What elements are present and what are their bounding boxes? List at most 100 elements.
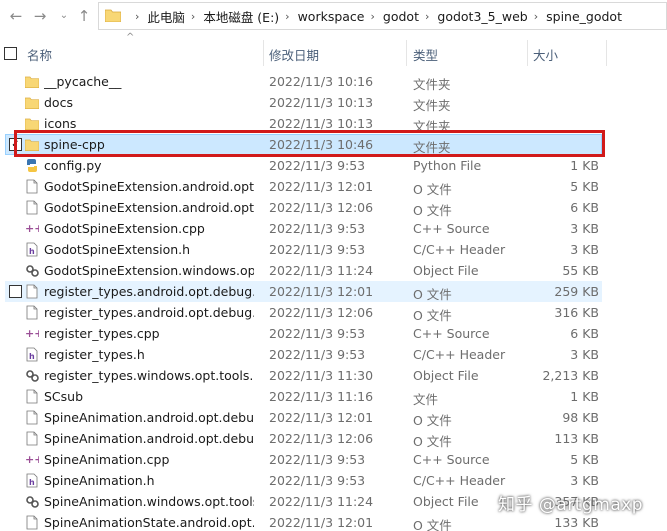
column-divider[interactable]: [406, 40, 407, 66]
breadcrumb-item[interactable]: spine_godot: [546, 9, 622, 24]
watermark: 知乎 @artgmaxp: [498, 495, 644, 515]
file-row[interactable]: SpineAnimation.android.opt.debu... 2022/1…: [0, 407, 667, 428]
file-name: register_types.android.opt.debug....: [44, 284, 254, 299]
file-name: SpineAnimation.h: [44, 473, 155, 488]
breadcrumb-item[interactable]: 本地磁盘 (E:): [203, 7, 279, 26]
cpp-file-icon: ++: [25, 326, 43, 341]
file-name: register_types.h: [44, 347, 145, 362]
svg-text:h: h: [29, 478, 35, 487]
file-name: SCsub: [44, 389, 84, 404]
svg-text:h: h: [29, 352, 35, 361]
file-row[interactable]: ++ register_types.cpp 2022/11/3 9:53 C++ So…: [0, 323, 667, 344]
breadcrumb-item[interactable]: godot3_5_web: [437, 9, 527, 24]
breadcrumb-item[interactable]: 此电脑: [147, 7, 185, 26]
file-name: icons: [44, 116, 77, 131]
file-name: SpineAnimation.windows.opt.tools....: [44, 494, 254, 509]
column-divider[interactable]: [606, 40, 607, 66]
breadcrumb-item[interactable]: godot: [383, 9, 419, 24]
column-name[interactable]: 名称: [27, 45, 52, 64]
column-header: 名称 修改日期 类型 大小: [0, 36, 667, 68]
cpp-file-icon: ++: [25, 452, 43, 467]
file-row[interactable]: GodotSpineExtension.android.opt.... 2022/…: [0, 197, 667, 218]
file-row[interactable]: register_types.windows.opt.tools.6... 202…: [0, 365, 667, 386]
file-type: C/C++ Header: [413, 347, 506, 362]
up-arrow-icon[interactable]: ↑: [76, 7, 92, 25]
file-date: 2022/11/3 9:53: [269, 242, 366, 257]
file-row[interactable]: GodotSpineExtension.windows.opt.... 2022/…: [0, 260, 667, 281]
file-row[interactable]: ++ GodotSpineExtension.cpp 2022/11/3 9:53 C…: [0, 218, 667, 239]
file-type: Object File: [413, 368, 479, 383]
file-type: O 文件: [413, 203, 452, 218]
file-row[interactable]: h SpineAnimation.h 2022/11/3 9:53 C/C++ Hea…: [0, 470, 667, 491]
file-name: SpineAnimation.android.opt.debu...: [44, 431, 254, 446]
file-name: register_types.windows.opt.tools.6...: [44, 368, 254, 383]
breadcrumb-separator-icon[interactable]: ›: [371, 10, 375, 23]
header-file-icon: h: [25, 347, 39, 362]
file-size: 6 KB: [570, 326, 599, 341]
file-date: 2022/11/3 12:01: [269, 284, 374, 299]
file-date: 2022/11/3 10:16: [269, 74, 374, 89]
file-type: C++ Source: [413, 326, 490, 341]
file-row[interactable]: register_types.android.opt.debug.... 2022…: [0, 281, 667, 302]
breadcrumb-item[interactable]: workspace: [298, 9, 365, 24]
file-date: 2022/11/3 9:53: [269, 347, 366, 362]
file-row[interactable]: SCsub 2022/11/3 11:16 文件 1 KB: [0, 386, 667, 407]
navigation-bar: ← → ⌄ ↑ › 此电脑 › 本地磁盘 (E:) › workspace › godot › g…: [0, 0, 667, 33]
column-type[interactable]: 类型: [413, 45, 438, 64]
breadcrumb-separator-icon[interactable]: ›: [425, 10, 429, 23]
back-arrow-icon[interactable]: ←: [8, 7, 24, 25]
file-name: GodotSpineExtension.android.opt....: [44, 200, 254, 215]
file-row[interactable]: __pycache__ 2022/11/3 10:16 文件夹: [0, 71, 667, 92]
file-row[interactable]: docs 2022/11/3 10:13 文件夹: [0, 92, 667, 113]
file-row[interactable]: register_types.android.opt.debug.... 2022…: [0, 302, 667, 323]
file-name: GodotSpineExtension.android.opt....: [44, 179, 254, 194]
file-row[interactable]: GodotSpineExtension.android.opt.... 2022/…: [0, 176, 667, 197]
generic-file-icon: [25, 389, 39, 404]
row-checkbox[interactable]: [9, 285, 22, 298]
file-row[interactable]: h GodotSpineExtension.h 2022/11/3 9:53 C/C+…: [0, 239, 667, 260]
file-date: 2022/11/3 9:53: [269, 473, 366, 488]
breadcrumb-separator-icon[interactable]: ›: [135, 10, 139, 23]
svg-text:++: ++: [25, 222, 39, 235]
file-name: register_types.cpp: [44, 326, 160, 341]
file-type: Object File: [413, 263, 479, 278]
file-date: 2022/11/3 9:53: [269, 326, 366, 341]
column-size[interactable]: 大小: [533, 45, 558, 64]
file-name: SpineAnimation.cpp: [44, 452, 170, 467]
forward-arrow-icon[interactable]: →: [32, 7, 48, 25]
file-size: 259 KB: [554, 284, 599, 299]
file-size: 3 KB: [570, 242, 599, 257]
object-file-icon: [25, 263, 39, 278]
file-date: 2022/11/3 12:01: [269, 179, 374, 194]
file-date: 2022/11/3 9:53: [269, 221, 366, 236]
breadcrumb-separator-icon[interactable]: ›: [285, 10, 289, 23]
breadcrumb-separator-icon[interactable]: ›: [191, 10, 195, 23]
breadcrumb-separator-icon[interactable]: ›: [534, 10, 538, 23]
file-name: register_types.android.opt.debug....: [44, 305, 254, 320]
file-row[interactable]: SpineAnimation.android.opt.debu... 2022/1…: [0, 428, 667, 449]
file-date: 2022/11/3 10:13: [269, 116, 374, 131]
file-size: 1 KB: [570, 389, 599, 404]
recent-dropdown-icon[interactable]: ⌄: [56, 7, 72, 25]
file-type: O 文件: [413, 182, 452, 197]
file-name: docs: [44, 95, 73, 110]
file-name: config.py: [44, 158, 102, 173]
file-type: C++ Source: [413, 452, 490, 467]
file-row[interactable]: ++ SpineAnimation.cpp 2022/11/3 9:53 C++ So…: [0, 449, 667, 470]
column-date[interactable]: 修改日期: [269, 45, 319, 64]
file-date: 2022/11/3 9:53: [269, 452, 366, 467]
file-row[interactable]: h register_types.h 2022/11/3 9:53 C/C++ Hea…: [0, 344, 667, 365]
header-file-icon: h: [25, 242, 39, 257]
file-size: 5 KB: [570, 452, 599, 467]
svg-text:++: ++: [25, 327, 39, 340]
file-size: 98 KB: [562, 410, 599, 425]
file-row[interactable]: config.py 2022/11/3 9:53 Python File 1 KB: [0, 155, 667, 176]
address-bar[interactable]: › 此电脑 › 本地磁盘 (E:) › workspace › godot › godot3_5_…: [98, 2, 667, 30]
column-divider[interactable]: [263, 40, 264, 66]
header-file-icon: h: [25, 473, 39, 488]
select-all-checkbox[interactable]: [4, 47, 17, 60]
sort-ascending-icon: ^: [126, 32, 135, 43]
file-name: GodotSpineExtension.h: [44, 242, 191, 257]
column-divider[interactable]: [527, 40, 528, 66]
file-date: 2022/11/3 9:53: [269, 158, 366, 173]
